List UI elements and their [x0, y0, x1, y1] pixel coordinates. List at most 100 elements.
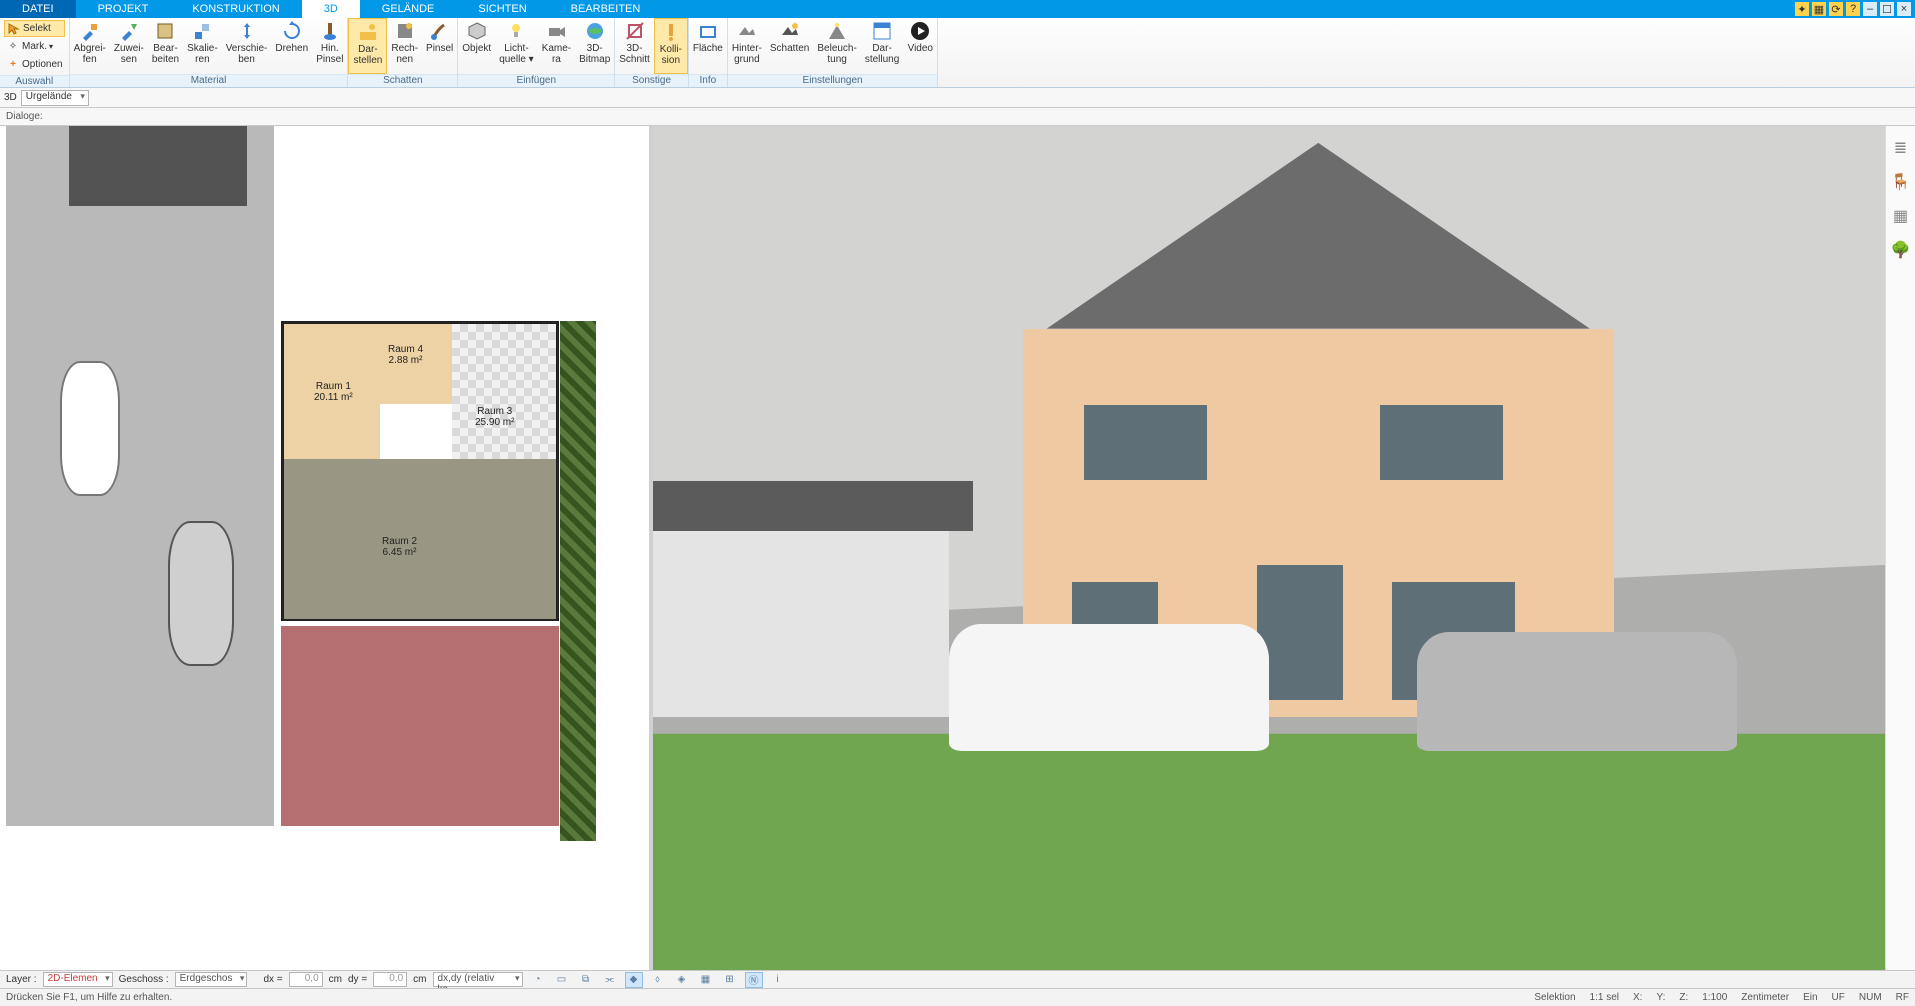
pinsel-button[interactable]: Pinsel — [422, 18, 457, 74]
kamera-icon — [545, 20, 567, 42]
darstellen-button[interactable]: Dar-stellen — [348, 18, 387, 74]
schatten2-label: Schatten — [770, 43, 809, 54]
status-num: NUM — [1859, 992, 1882, 1003]
mark-button[interactable]: ✧ Mark. ▾ — [4, 38, 65, 55]
kollision-button[interactable]: Kolli-sion — [654, 18, 688, 74]
hedge — [560, 321, 596, 841]
tab-sichten[interactable]: SICHTEN — [456, 0, 548, 18]
rechnen-button[interactable]: Rech-nen — [387, 18, 422, 74]
verschieben-label: Verschie- — [226, 43, 268, 54]
tool-snap-icon[interactable]: ◆ — [625, 972, 643, 988]
layer-label: Layer : — [6, 974, 37, 985]
tab-konstruktion[interactable]: KONSTRUKTION — [170, 0, 301, 18]
lichtquelle-label2: quelle ▾ — [499, 54, 534, 65]
tab-bearbeiten[interactable]: BEARBEITEN — [549, 0, 663, 18]
tool-link-icon[interactable]: ⧉ — [577, 972, 595, 988]
tool-grid2-icon[interactable]: ⊞ — [721, 972, 739, 988]
relative-combo[interactable]: dx,dy (relativ ka — [433, 972, 523, 987]
3d-view[interactable] — [653, 126, 1885, 970]
hinpunten-button[interactable]: Hin.Pinsel — [312, 18, 347, 74]
bitmap-button[interactable]: 3D-Bitmap — [575, 18, 614, 74]
bitmap-label2: Bitmap — [579, 54, 610, 65]
verschieben-button[interactable]: Verschie-ben — [222, 18, 272, 74]
minimize-button[interactable]: – — [1863, 2, 1877, 16]
video-button[interactable]: Video — [903, 18, 937, 74]
app-icon-1[interactable]: ✦ — [1795, 2, 1809, 16]
tool-clock-icon[interactable]: ◔ — [529, 972, 547, 988]
group-label-material: Material — [70, 74, 348, 87]
tab-datei[interactable]: DATEI — [0, 0, 76, 18]
skalieren-button[interactable]: Skalie-ren — [183, 18, 222, 74]
geschoss-combo[interactable]: Erdgeschos — [175, 972, 248, 987]
layer-combo[interactable]: 2D-Elemen — [43, 972, 113, 987]
schnitt-label: 3D- — [626, 43, 642, 54]
tool-n-icon[interactable]: Ⓝ — [745, 972, 763, 988]
car-white-3d — [949, 624, 1269, 751]
mark-dropdown-icon: ▾ — [49, 42, 53, 51]
layers-icon[interactable]: ≣ — [1891, 138, 1911, 158]
app-icon-3[interactable]: ⟳ — [1829, 2, 1843, 16]
skalieren-label2: ren — [195, 54, 209, 65]
schatten2-button[interactable]: Schatten — [766, 18, 813, 74]
garage-3d — [653, 531, 949, 717]
tool-grid-icon[interactable]: ▦ — [697, 972, 715, 988]
dy-label: dy = — [348, 974, 367, 985]
tab-3d[interactable]: 3D — [302, 0, 360, 18]
view-mode-label: 3D — [4, 92, 17, 103]
flaeche-button[interactable]: Fläche — [689, 18, 727, 74]
zuweisen-button[interactable]: Zuwei-sen — [110, 18, 148, 74]
maximize-button[interactable]: ☐ — [1880, 2, 1894, 16]
lichtquelle-button[interactable]: Licht-quelle ▾ — [495, 18, 538, 74]
bearbeiten-button[interactable]: Bear-beiten — [148, 18, 183, 74]
group-label-auswahl: Auswahl — [0, 75, 69, 87]
app-icon-2[interactable]: ▦ — [1812, 2, 1826, 16]
optionen-button[interactable]: + Optionen — [4, 56, 65, 73]
darstellung-button[interactable]: Dar-stellung — [861, 18, 903, 74]
verschieben-icon — [236, 20, 258, 42]
darstellung-label: Dar- — [872, 43, 891, 54]
ribbon-group-einstellungen: Hinter-grund Schatten Beleuch-tungDar-stel… — [728, 18, 938, 87]
mark-label: Mark. — [22, 41, 47, 52]
dx-input[interactable]: 0,0 — [289, 972, 323, 987]
view-layer-combo[interactable]: Urgelände — [21, 90, 89, 106]
zuweisen-label: Zuwei- — [114, 43, 144, 54]
schatten2-icon — [779, 20, 801, 42]
floorplan-view[interactable]: Raum 1 20.11 m² Raum 4 2.88 m² Raum 3 25… — [0, 126, 653, 970]
tool-info-icon[interactable]: i — [769, 972, 787, 988]
bottom-toolbar: Layer : 2D-Elemen Geschoss : Erdgeschos … — [0, 970, 1915, 988]
bearbeiten-label2: beiten — [152, 54, 179, 65]
hintergrund-icon — [736, 20, 758, 42]
close-button[interactable]: × — [1897, 2, 1911, 16]
tab-projekt[interactable]: PROJEKT — [76, 0, 171, 18]
objekt-button[interactable]: Objekt — [458, 18, 495, 74]
selekt-button[interactable]: Selekt — [4, 20, 65, 37]
door-3d — [1257, 565, 1343, 700]
beleuchtung-button[interactable]: Beleuch-tung — [813, 18, 860, 74]
bearbeiten-icon — [154, 20, 176, 42]
kamera-button[interactable]: Kame-ra — [538, 18, 575, 74]
tool-snap3-icon[interactable]: ◈ — [673, 972, 691, 988]
kollision-icon — [660, 21, 682, 43]
tool-screen-icon[interactable]: ▭ — [553, 972, 571, 988]
abgreifen-icon — [79, 20, 101, 42]
dy-input[interactable]: 0,0 — [373, 972, 407, 987]
darstellen-label: Dar- — [358, 44, 377, 55]
tree-icon[interactable]: 🌳 — [1891, 240, 1911, 260]
drehen-button[interactable]: Drehen — [271, 18, 312, 74]
video-icon — [909, 20, 931, 42]
hintergrund-button[interactable]: Hinter-grund — [728, 18, 766, 74]
palette-icon[interactable]: ▦ — [1891, 206, 1911, 226]
help-icon[interactable]: ? — [1846, 2, 1860, 16]
tool-snap2-icon[interactable]: ⬨ — [649, 972, 667, 988]
furniture-icon[interactable]: 🪑 — [1891, 172, 1911, 192]
room1-area: 20.11 m² — [314, 392, 353, 403]
pinsel-icon — [429, 20, 451, 42]
kamera-label: Kame- — [542, 43, 571, 54]
schnitt-button[interactable]: 3D-Schnitt — [615, 18, 654, 74]
tab-gelaende[interactable]: GELÄNDE — [360, 0, 457, 18]
abgreifen-button[interactable]: Abgrei-fen — [70, 18, 110, 74]
status-ratio: 1:1 sel — [1590, 992, 1619, 1003]
tool-chain-icon[interactable]: ⫘ — [601, 972, 619, 988]
main-tabs: DATEI PROJEKT KONSTRUKTION 3D GELÄNDE SI… — [0, 0, 1915, 18]
rechnen-label2: nen — [396, 54, 413, 65]
